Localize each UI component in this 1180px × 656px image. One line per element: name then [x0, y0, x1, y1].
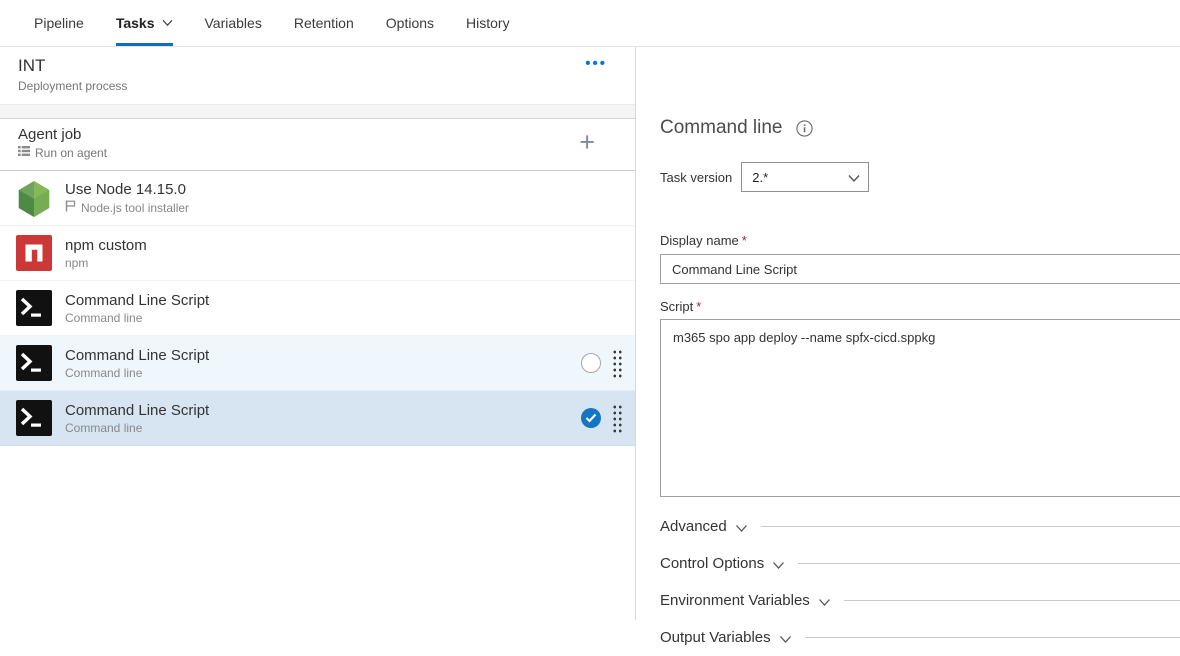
task-row[interactable]: Command Line Script Command line — [0, 281, 635, 336]
add-task-button[interactable]: + — [579, 129, 595, 156]
section-environment-variables[interactable]: Environment Variables — [660, 582, 1180, 619]
tab-label: Variables — [205, 15, 262, 31]
chevron-down-icon — [735, 524, 746, 532]
chevron-down-icon — [818, 598, 829, 606]
script-textarea[interactable]: m365 spo app deploy --name spfx-cicd.spp… — [660, 319, 1180, 497]
task-title: npm custom — [65, 237, 147, 254]
tab-tasks[interactable]: Tasks — [100, 0, 189, 46]
task-selected-check-icon[interactable] — [581, 408, 601, 428]
section-advanced[interactable]: Advanced — [660, 508, 1180, 545]
stage-header: INT Deployment process ••• — [0, 47, 635, 104]
tab-history[interactable]: History — [450, 0, 526, 46]
agent-job-row[interactable]: Agent job Run on agent + — [0, 118, 635, 171]
more-options-button[interactable]: ••• — [585, 55, 607, 72]
task-subtitle: Command line — [65, 311, 142, 325]
agent-job-subtitle: Run on agent — [35, 146, 107, 160]
drag-handle-icon[interactable] — [612, 404, 623, 433]
tab-variables[interactable]: Variables — [189, 0, 278, 46]
tab-pipeline[interactable]: Pipeline — [18, 0, 100, 46]
task-version-select[interactable]: 2.* — [741, 162, 869, 192]
task-subtitle: Command line — [65, 421, 142, 435]
task-title: Command Line Script — [65, 402, 209, 419]
display-name-input[interactable] — [660, 254, 1180, 284]
task-title: Use Node 14.15.0 — [65, 181, 189, 198]
tab-retention[interactable]: Retention — [278, 0, 370, 46]
tab-options[interactable]: Options — [370, 0, 450, 46]
section-divider — [805, 637, 1180, 638]
pipeline-nav: Pipeline Tasks Variables Retention Optio… — [0, 0, 1180, 47]
chevron-down-icon — [848, 174, 859, 182]
display-name-label: Display name* — [660, 233, 747, 248]
section-output-variables[interactable]: Output Variables — [660, 619, 1180, 656]
info-icon[interactable] — [796, 120, 813, 137]
chevron-down-icon — [779, 635, 790, 643]
task-version-value: 2.* — [752, 170, 768, 185]
chevron-down-icon — [772, 561, 783, 569]
stage-name: INT — [18, 56, 635, 76]
tab-label: History — [466, 15, 510, 31]
task-settings-title: Command line — [660, 117, 783, 139]
nodejs-icon — [16, 180, 52, 216]
terminal-icon — [16, 290, 52, 326]
collapsible-sections: Advanced Control Options Environment Var… — [660, 508, 1180, 656]
task-row[interactable]: Command Line Script Command line — [0, 336, 635, 391]
task-title: Command Line Script — [65, 292, 209, 309]
plus-icon: + — [579, 127, 595, 157]
section-control-options[interactable]: Control Options — [660, 545, 1180, 582]
flag-icon — [65, 200, 76, 215]
process-panel: INT Deployment process ••• Agent job Run… — [0, 47, 636, 620]
task-row[interactable]: Use Node 14.15.0 Node.js tool installer — [0, 171, 635, 226]
task-row[interactable]: npm custom npm — [0, 226, 635, 281]
task-subtitle: Node.js tool installer — [81, 201, 189, 215]
required-asterisk: * — [696, 299, 701, 314]
section-divider — [844, 600, 1180, 601]
terminal-icon — [16, 400, 52, 436]
task-subtitle: npm — [65, 256, 88, 270]
section-divider — [761, 526, 1180, 527]
chevron-down-icon — [162, 19, 173, 27]
agent-job-title: Agent job — [18, 126, 635, 143]
panel-separator — [0, 104, 635, 118]
drag-handle-icon[interactable] — [612, 349, 623, 378]
agent-icon — [18, 145, 30, 160]
npm-icon — [16, 235, 52, 271]
task-title: Command Line Script — [65, 347, 209, 364]
tab-label: Pipeline — [34, 15, 84, 31]
task-settings-panel: Command line Task version 2.* Display na… — [637, 47, 1180, 620]
task-version-label: Task version — [660, 170, 732, 185]
section-divider — [798, 563, 1180, 564]
stage-subtitle: Deployment process — [18, 79, 635, 93]
script-label: Script* — [660, 299, 701, 314]
task-subtitle: Command line — [65, 366, 142, 380]
task-row[interactable]: Command Line Script Command line — [0, 391, 635, 446]
required-asterisk: * — [742, 233, 747, 248]
terminal-icon — [16, 345, 52, 381]
ellipsis-icon: ••• — [585, 55, 607, 72]
tab-label: Options — [386, 15, 434, 31]
tab-label: Tasks — [116, 15, 155, 31]
task-select-radio[interactable] — [581, 353, 601, 373]
tab-label: Retention — [294, 15, 354, 31]
